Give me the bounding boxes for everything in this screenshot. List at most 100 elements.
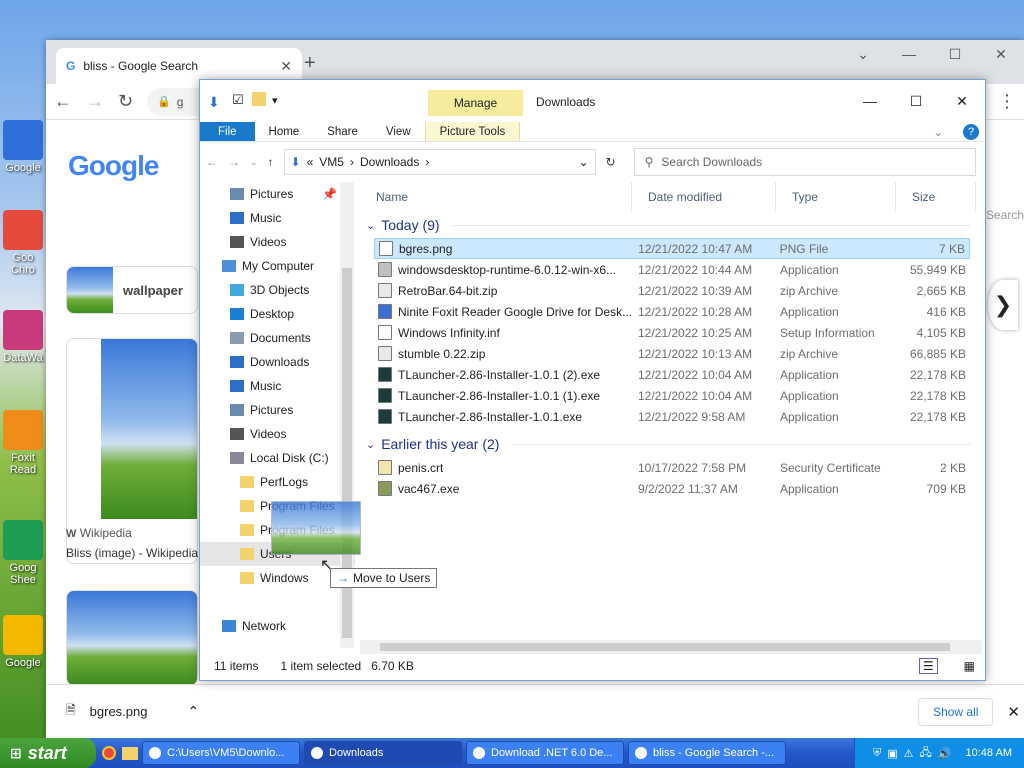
- nav-item[interactable]: Music: [200, 206, 355, 230]
- collapse-ribbon-icon[interactable]: ⌄: [919, 122, 957, 141]
- address-dropdown-icon[interactable]: ⌄: [578, 155, 588, 169]
- menu-icon[interactable]: ⋮: [998, 91, 1016, 112]
- file-row[interactable]: Windows Infinity.inf 12/21/2022 10:25 AM S…: [374, 322, 970, 343]
- nav-item-label: Downloads: [250, 355, 310, 369]
- back-icon[interactable]: ←: [54, 91, 72, 112]
- nav-item-label: Videos: [250, 235, 287, 249]
- qat-folder-icon[interactable]: [252, 92, 266, 106]
- search-box[interactable]: ⚲ Search Downloads: [633, 148, 976, 176]
- forward-icon[interactable]: →: [86, 91, 104, 112]
- nav-item[interactable]: My Computer: [200, 254, 355, 278]
- desktop-icon[interactable]: Goog Shee: [0, 520, 46, 586]
- group-header[interactable]: ⌄ Today (9): [360, 212, 980, 238]
- next-arrow-icon[interactable]: ❯: [988, 280, 1018, 330]
- desktop-icon[interactable]: Google: [0, 120, 46, 174]
- address-box[interactable]: ⬇ « VM5 › Downloads › ⌄: [283, 149, 596, 175]
- file-row[interactable]: Ninite Foxit Reader Google Drive for Des…: [374, 301, 970, 322]
- result-card-2[interactable]: [66, 590, 198, 686]
- close-button[interactable]: ✕: [939, 86, 985, 116]
- taskbar-button[interactable]: bliss - Google Search -...: [628, 741, 786, 765]
- volume-icon[interactable]: 🔊: [938, 747, 952, 760]
- nav-item[interactable]: Videos: [200, 422, 355, 446]
- tab-close-icon[interactable]: ✕: [280, 58, 292, 75]
- nav-item[interactable]: Pictures: [200, 398, 355, 422]
- close-button[interactable]: ✕: [978, 40, 1024, 68]
- view-tab[interactable]: View: [372, 122, 425, 141]
- taskbar-button[interactable]: C:\Users\VM5\Downlo...: [142, 741, 300, 765]
- refresh-icon[interactable]: ↻: [606, 155, 616, 169]
- breadcrumb-vm5[interactable]: VM5: [319, 155, 344, 169]
- related-search-card[interactable]: wallpaper: [66, 266, 198, 314]
- folder-icon: [230, 452, 244, 464]
- minimize-button[interactable]: —: [847, 86, 893, 116]
- nav-item[interactable]: Local Disk (C:): [200, 446, 355, 470]
- breadcrumb-downloads[interactable]: Downloads: [360, 155, 419, 169]
- nav-item[interactable]: Pictures 📌: [200, 182, 355, 206]
- nav-item[interactable]: Network: [200, 614, 355, 638]
- nav-item[interactable]: 3D Objects: [200, 278, 355, 302]
- nav-item[interactable]: Videos: [200, 230, 355, 254]
- file-row[interactable]: TLauncher-2.86-Installer-1.0.1.exe 12/21/…: [374, 406, 970, 427]
- reload-icon[interactable]: ↻: [118, 91, 133, 112]
- column-header[interactable]: Date modified: [632, 182, 776, 211]
- qat-properties-icon[interactable]: ☑: [232, 92, 244, 108]
- quicklaunch-explorer-icon[interactable]: [122, 746, 138, 760]
- download-filename[interactable]: bgres.png: [90, 704, 148, 719]
- new-tab-button[interactable]: +: [304, 52, 316, 75]
- home-tab[interactable]: Home: [255, 122, 314, 141]
- warning-icon[interactable]: ⚠: [904, 747, 914, 760]
- shield-icon[interactable]: ⛨: [873, 747, 881, 760]
- column-header[interactable]: Type: [776, 182, 896, 211]
- file-row[interactable]: TLauncher-2.86-Installer-1.0.1 (1).exe 12…: [374, 385, 970, 406]
- clock[interactable]: 10:48 AM: [966, 747, 1012, 759]
- share-tab[interactable]: Share: [313, 122, 372, 141]
- desktop-icon[interactable]: Foxit Read: [0, 410, 46, 476]
- tab-search-icon[interactable]: ⌄: [840, 40, 886, 68]
- up-icon[interactable]: ↑: [268, 155, 274, 169]
- quicklaunch-chrome-icon[interactable]: [102, 746, 116, 760]
- forward-icon[interactable]: →: [228, 155, 240, 169]
- file-row[interactable]: RetroBar.64-bit.zip 12/21/2022 10:39 AM zi…: [374, 280, 970, 301]
- maximize-button[interactable]: ☐: [893, 86, 939, 116]
- nav-item[interactable]: PerfLogs: [200, 470, 355, 494]
- breadcrumb-overflow[interactable]: «: [307, 155, 314, 169]
- nav-item[interactable]: Documents: [200, 326, 355, 350]
- desktop-icon[interactable]: Goo Chro: [0, 210, 46, 276]
- dropdown-icon[interactable]: ⌄: [250, 157, 258, 168]
- manage-tab[interactable]: Manage: [428, 90, 523, 116]
- file-row[interactable]: vac467.exe 9/2/2022 11:37 AM Application 70…: [374, 478, 970, 499]
- drive-icon[interactable]: ▣: [887, 747, 897, 760]
- close-shelf-icon[interactable]: ✕: [1007, 703, 1024, 721]
- folder-icon: [240, 500, 254, 512]
- group-header[interactable]: ⌄ Earlier this year (2): [360, 431, 980, 457]
- desktop-icon[interactable]: DataWa: [0, 310, 46, 364]
- taskbar: ⊞ start C:\Users\VM5\Downlo... Downloads D…: [0, 738, 1024, 768]
- show-all-button[interactable]: Show all: [918, 697, 994, 726]
- taskbar-button[interactable]: Downloads: [304, 741, 462, 765]
- details-view-icon[interactable]: ☰: [918, 658, 938, 674]
- file-row[interactable]: penis.crt 10/17/2022 7:58 PM Security Cert…: [374, 457, 970, 478]
- result-caption[interactable]: Bliss (image) - Wikipedia: [66, 546, 198, 560]
- nav-item[interactable]: Desktop: [200, 302, 355, 326]
- taskbar-button[interactable]: Download .NET 6.0 De...: [466, 741, 624, 765]
- start-button[interactable]: ⊞ start: [0, 738, 96, 768]
- large-icons-view-icon[interactable]: ▦: [964, 659, 975, 673]
- nav-item[interactable]: Music: [200, 374, 355, 398]
- nav-item[interactable]: Downloads: [200, 350, 355, 374]
- file-row[interactable]: bgres.png 12/21/2022 10:47 AM PNG File 7 KB: [374, 238, 970, 259]
- file-row[interactable]: TLauncher-2.86-Installer-1.0.1 (2).exe 12…: [374, 364, 970, 385]
- file-tab[interactable]: File: [200, 122, 255, 141]
- column-header[interactable]: Name: [360, 182, 632, 211]
- column-header[interactable]: Size: [896, 182, 976, 211]
- picture-tools-tab[interactable]: Picture Tools: [424, 122, 521, 141]
- network-icon[interactable]: 🖧: [920, 744, 932, 763]
- download-chevron-icon[interactable]: ⌃: [187, 703, 199, 720]
- file-row[interactable]: windowsdesktop-runtime-6.0.12-win-x6... 1…: [374, 259, 970, 280]
- qat-dropdown-icon[interactable]: ▾: [272, 94, 278, 107]
- maximize-button[interactable]: ☐: [932, 40, 978, 68]
- file-row[interactable]: stumble 0.22.zip 12/21/2022 10:13 AM zip A…: [374, 343, 970, 364]
- help-icon[interactable]: ?: [963, 124, 979, 140]
- minimize-button[interactable]: —: [886, 40, 932, 68]
- desktop-icon[interactable]: Google: [0, 615, 46, 669]
- back-icon[interactable]: ←: [206, 155, 218, 169]
